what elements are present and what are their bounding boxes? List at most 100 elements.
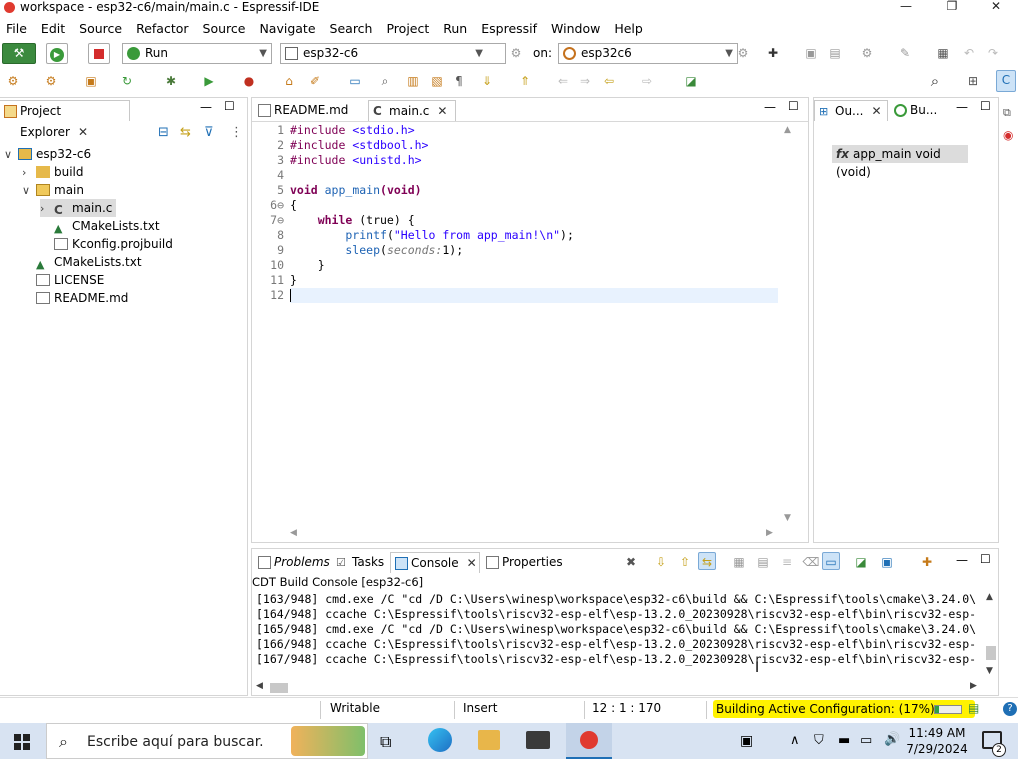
launch-run-button[interactable]: ▶ <box>46 43 68 64</box>
tab-properties[interactable]: Properties <box>482 552 568 573</box>
menu-navigate[interactable]: Navigate <box>259 21 315 36</box>
binary-icon[interactable]: ▦ <box>934 44 952 62</box>
tab-tasks[interactable]: ☑ Tasks <box>332 552 390 573</box>
open-console-icon[interactable]: ▣ <box>878 553 896 571</box>
clock-time[interactable]: 11:49 AM <box>906 726 968 740</box>
open-type-icon[interactable]: ⌂ <box>280 72 298 90</box>
menu-project[interactable]: Project <box>386 21 429 36</box>
tab-outline[interactable]: ⊞ Ou... ✕ <box>814 100 888 121</box>
code-editor[interactable]: 1 2 3 4 5 6⊖ 7⊖ 8 9 10 11 12 #include <stdio.h> #in… <box>262 123 778 528</box>
progress-view-icon[interactable]: ▤ <box>968 701 979 715</box>
security-icon[interactable]: ⛉ <box>814 733 824 748</box>
display-console-icon[interactable]: ◪ <box>852 553 870 571</box>
scroll-left-icon[interactable]: ◀ <box>256 681 263 691</box>
scroll-up-icon[interactable]: ▲ <box>784 125 791 135</box>
chevron-right-icon[interactable]: › <box>40 200 54 218</box>
launch-config-gear-icon[interactable]: ⚙ <box>507 44 525 62</box>
menu-source-2[interactable]: Source <box>203 21 246 36</box>
clear-console-icon[interactable]: ⌫ <box>802 553 820 571</box>
tree-item[interactable]: › build <box>22 163 84 181</box>
launch-mode-select[interactable]: Run ▼ <box>122 43 272 64</box>
scroll-down-icon[interactable]: ▼ <box>784 513 791 523</box>
close-tab-icon[interactable]: ✕ <box>872 104 882 118</box>
debug-config-icon[interactable]: ⚙ <box>858 44 876 62</box>
task-view-icon[interactable]: ⧉ <box>380 732 391 752</box>
c-perspective-icon[interactable]: C <box>996 70 1016 92</box>
tree-item[interactable]: README.md <box>22 289 128 307</box>
tab-main-c[interactable]: C main.c ✕ <box>368 100 456 121</box>
console-horizontal-scrollbar[interactable]: ◀ ▶ <box>256 681 980 695</box>
collapse-all-icon[interactable]: ⊟ <box>158 125 169 140</box>
taskbar-espressif-app[interactable] <box>566 723 612 759</box>
console-vertical-scrollbar[interactable]: ▲ ▼ <box>984 590 998 680</box>
menu-edit[interactable]: Edit <box>41 21 65 36</box>
scroll-lock-icon[interactable]: ⇆ <box>698 552 716 570</box>
tab-problems[interactable]: Problems <box>254 552 330 573</box>
scroll-right-icon[interactable]: ▶ <box>766 528 773 538</box>
tab-console[interactable]: Console ✕ <box>390 552 480 573</box>
back-icon[interactable]: ⇦ <box>600 72 618 90</box>
menu-source[interactable]: Source <box>79 21 122 36</box>
chevron-down-icon[interactable]: ∨ <box>22 182 36 200</box>
external-tools-icon[interactable]: ● <box>240 72 258 90</box>
maximize-view-icon[interactable]: ☐ <box>980 552 991 566</box>
menu-espressif[interactable]: Espressif <box>481 21 537 36</box>
maximize-button[interactable]: ❐ <box>932 0 972 14</box>
search-icon[interactable]: ⌕ <box>926 72 944 90</box>
maximize-view-icon[interactable]: ☐ <box>788 99 799 113</box>
tab-build-targets[interactable]: Bu... <box>890 100 950 121</box>
save-icon[interactable]: ▣ <box>802 44 820 62</box>
save-all-icon[interactable]: ▤ <box>826 44 844 62</box>
edge-browser-icon[interactable] <box>428 728 452 752</box>
scroll-thumb[interactable] <box>270 683 288 693</box>
new-console-icon[interactable]: ✚ <box>918 553 936 571</box>
last-edit-icon[interactable]: ⇐ <box>554 72 572 90</box>
pin-console-icon[interactable]: ▭ <box>822 552 840 570</box>
scroll-right-icon[interactable]: ▶ <box>970 681 977 691</box>
build-status-text[interactable]: Building Active Configuration: (17%) <box>716 702 935 716</box>
close-window-button[interactable]: ✕ <box>976 0 1016 14</box>
scroll-up-console-icon[interactable]: ⇧ <box>676 553 694 571</box>
minimize-button[interactable]: — <box>886 0 926 14</box>
forward-icon[interactable]: ⇨ <box>638 72 656 90</box>
maximize-view-icon[interactable]: ☐ <box>224 99 235 113</box>
menu-refactor[interactable]: Refactor <box>136 21 188 36</box>
new-icon[interactable]: ✚ <box>764 44 782 62</box>
block-select-icon[interactable]: ▧ <box>428 72 446 90</box>
pin-editor-icon[interactable]: ◪ <box>682 72 700 90</box>
prev-annotation-icon[interactable]: ⇑ <box>516 72 534 90</box>
view-menu-icon[interactable]: ⋮ <box>230 125 243 140</box>
taskbar-search-box[interactable]: ⌕ Escribe aquí para buscar. <box>46 723 368 759</box>
run-icon[interactable]: ▶ <box>200 72 218 90</box>
link-editor-icon[interactable]: ⇆ <box>180 125 191 140</box>
forward-edit-icon[interactable]: ⇒ <box>576 72 594 90</box>
find-icon[interactable]: ⌕ <box>376 72 394 90</box>
next-annotation-icon[interactable]: ⇓ <box>478 72 496 90</box>
toggle-mark-icon[interactable]: ▥ <box>404 72 422 90</box>
tree-item[interactable]: ∨ main <box>22 181 84 199</box>
scroll-left-icon[interactable]: ◀ <box>290 528 297 538</box>
filter-icon[interactable]: ⊽ <box>204 125 214 140</box>
scroll-thumb[interactable] <box>986 646 996 660</box>
chevron-right-icon[interactable]: › <box>22 164 36 182</box>
minimize-view-icon[interactable]: — <box>200 100 212 114</box>
settings-icon[interactable]: ⚙ <box>4 72 22 90</box>
undo-icon[interactable]: ↶ <box>960 44 978 62</box>
menu-file[interactable]: File <box>6 21 27 36</box>
chevron-up-icon[interactable]: ∧ <box>790 733 800 748</box>
close-tab-icon[interactable]: ✕ <box>467 556 477 570</box>
windows-start-icon[interactable] <box>14 734 30 750</box>
battery-icon[interactable]: ▬ <box>838 733 850 748</box>
previous-error-icon[interactable]: ≡ <box>778 553 796 571</box>
restore-icon[interactable]: ⧉ <box>1003 106 1011 120</box>
editor-vertical-scrollbar[interactable]: ▲ ▼ <box>782 123 796 528</box>
console-output[interactable]: [163/948] cmd.exe /C "cd /D C:\Users\win… <box>252 590 984 680</box>
network-icon[interactable]: ▭ <box>860 733 872 748</box>
maximize-view-icon[interactable]: ☐ <box>980 99 991 113</box>
scroll-up-icon[interactable]: ▲ <box>986 592 993 602</box>
copy-build-log-icon[interactable]: ▦ <box>730 553 748 571</box>
scroll-down-icon[interactable]: ▼ <box>986 666 993 676</box>
chevron-down-icon[interactable]: ∨ <box>4 146 18 164</box>
volume-icon[interactable]: 🔊 <box>884 732 900 747</box>
scroll-down-console-icon[interactable]: ⇩ <box>652 553 670 571</box>
